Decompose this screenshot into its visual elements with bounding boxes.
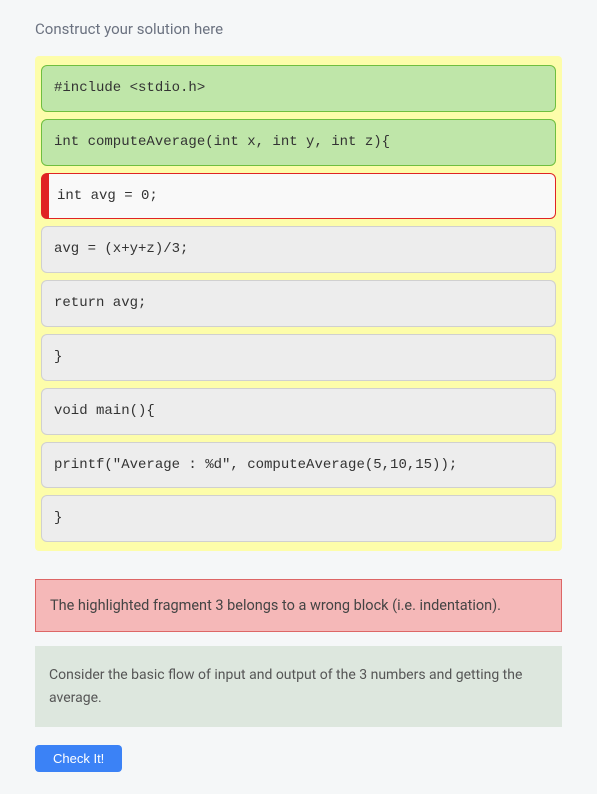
code-block[interactable]: avg = (x+y+z)/3; <box>41 226 556 273</box>
code-block[interactable]: void main(){ <box>41 388 556 435</box>
code-block[interactable]: } <box>41 495 556 542</box>
code-block[interactable]: return avg; <box>41 280 556 327</box>
code-block[interactable]: } <box>41 334 556 381</box>
check-button[interactable]: Check It! <box>35 745 122 772</box>
solution-area[interactable]: #include <stdio.h> int computeAverage(in… <box>35 56 562 551</box>
code-block[interactable]: int computeAverage(int x, int y, int z){ <box>41 119 556 166</box>
code-block[interactable]: #include <stdio.h> <box>41 65 556 112</box>
error-message: The highlighted fragment 3 belongs to a … <box>35 579 562 632</box>
code-block[interactable]: printf("Average : %d", computeAverage(5,… <box>41 442 556 489</box>
instruction-text: Construct your solution here <box>35 20 562 38</box>
code-block-highlighted[interactable]: int avg = 0; <box>41 173 556 220</box>
hint-message: Consider the basic flow of input and out… <box>35 646 562 727</box>
